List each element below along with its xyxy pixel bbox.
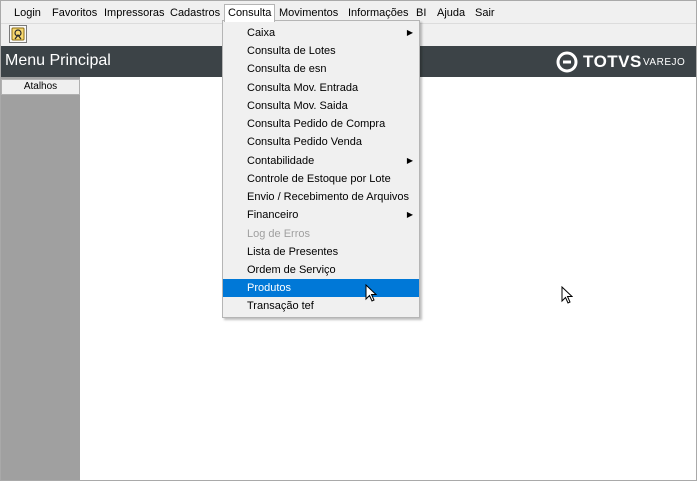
menu-item-label: Envio / Recebimento de Arquivos	[247, 191, 410, 203]
menu-item-label: Controle de Estoque por Lote	[247, 173, 391, 185]
menu-item-label: Ordem de Serviço	[247, 264, 336, 276]
menu-item-label: Produtos	[247, 282, 292, 294]
menu-item-label: Financeiro	[247, 209, 299, 221]
menu-item-consulta-de-esn[interactable]: Consulta de esn	[223, 60, 419, 78]
mouse-cursor-icon	[365, 284, 377, 302]
menu-ajuda[interactable]: Ajuda	[436, 5, 466, 21]
menu-sair[interactable]: Sair	[474, 5, 496, 21]
menu-item-consulta-mov-entrada[interactable]: Consulta Mov. Entrada	[223, 79, 419, 97]
menu-item-lista-de-presentes[interactable]: Lista de Presentes	[223, 243, 419, 261]
menu-item-consulta-de-lotes[interactable]: Consulta de Lotes	[223, 42, 419, 60]
menu-item-label: Transação tef	[247, 300, 314, 312]
tab-atalhos[interactable]: Atalhos	[1, 79, 80, 95]
menu-item-label: Caixa	[247, 27, 276, 39]
menu-item-label: Consulta Mov. Entrada	[247, 82, 359, 94]
menu-item-label: Consulta Mov. Saida	[247, 100, 348, 112]
page-title: Menu Principal	[5, 52, 111, 69]
shortcut-icon	[11, 27, 25, 41]
menu-item-consulta-mov-saida[interactable]: Consulta Mov. Saida	[223, 97, 419, 115]
totvs-logo-icon	[556, 51, 578, 73]
menu-consulta[interactable]: Consulta	[224, 4, 276, 22]
sidebar: Atalhos	[1, 77, 80, 480]
menu-item-label: Contabilidade	[247, 155, 315, 167]
menu-informacoes[interactable]: Informações	[347, 5, 410, 21]
logo-sub: VAREJO	[643, 57, 686, 68]
menu-login[interactable]: Login	[13, 5, 42, 21]
submenu-arrow-icon: ▶	[406, 28, 413, 37]
menu-item-label: Consulta Pedido de Compra	[247, 118, 386, 130]
menu-item-controle-de-estoque-por-lote[interactable]: Controle de Estoque por Lote	[223, 170, 419, 188]
menu-item-contabilidade[interactable]: Contabilidade ▶	[223, 152, 419, 170]
menu-item-consulta-pedido-venda[interactable]: Consulta Pedido Venda	[223, 133, 419, 151]
menu-item-label: Consulta de Lotes	[247, 45, 336, 57]
logo-brand: TOTVS	[583, 52, 642, 71]
menu-impressoras[interactable]: Impressoras	[103, 5, 166, 21]
menu-item-label: Log de Erros	[247, 228, 310, 240]
menu-item-log-de-erros: Log de Erros	[223, 225, 419, 243]
menu-item-transacao-tef[interactable]: Transação tef	[223, 297, 419, 315]
menu-item-ordem-de-servico[interactable]: Ordem de Serviço	[223, 261, 419, 279]
menu-item-consulta-pedido-de-compra[interactable]: Consulta Pedido de Compra	[223, 115, 419, 133]
shortcut-button[interactable]	[9, 25, 27, 43]
menu-bi[interactable]: BI	[415, 5, 427, 21]
menu-item-label: Consulta de esn	[247, 63, 327, 75]
menu-item-label: Lista de Presentes	[247, 246, 339, 258]
menu-item-produtos[interactable]: Produtos	[223, 279, 419, 297]
menu-favoritos[interactable]: Favoritos	[51, 5, 98, 21]
menu-cadastros[interactable]: Cadastros	[169, 5, 221, 21]
totvs-logo: TOTVS VAREJO	[556, 51, 686, 73]
menu-item-label: Consulta Pedido Venda	[247, 136, 362, 148]
menu-item-caixa[interactable]: Caixa ▶	[223, 24, 419, 42]
submenu-arrow-icon: ▶	[406, 210, 413, 219]
consulta-dropdown-menu: Caixa ▶ Consulta de Lotes Consulta de es…	[222, 20, 420, 318]
submenu-arrow-icon: ▶	[406, 156, 413, 165]
mouse-cursor-icon	[561, 286, 573, 304]
menu-item-financeiro[interactable]: Financeiro ▶	[223, 206, 419, 224]
menu-movimentos[interactable]: Movimentos	[278, 5, 339, 21]
menu-item-envio-recebimento-de-arquivos[interactable]: Envio / Recebimento de Arquivos	[223, 188, 419, 206]
